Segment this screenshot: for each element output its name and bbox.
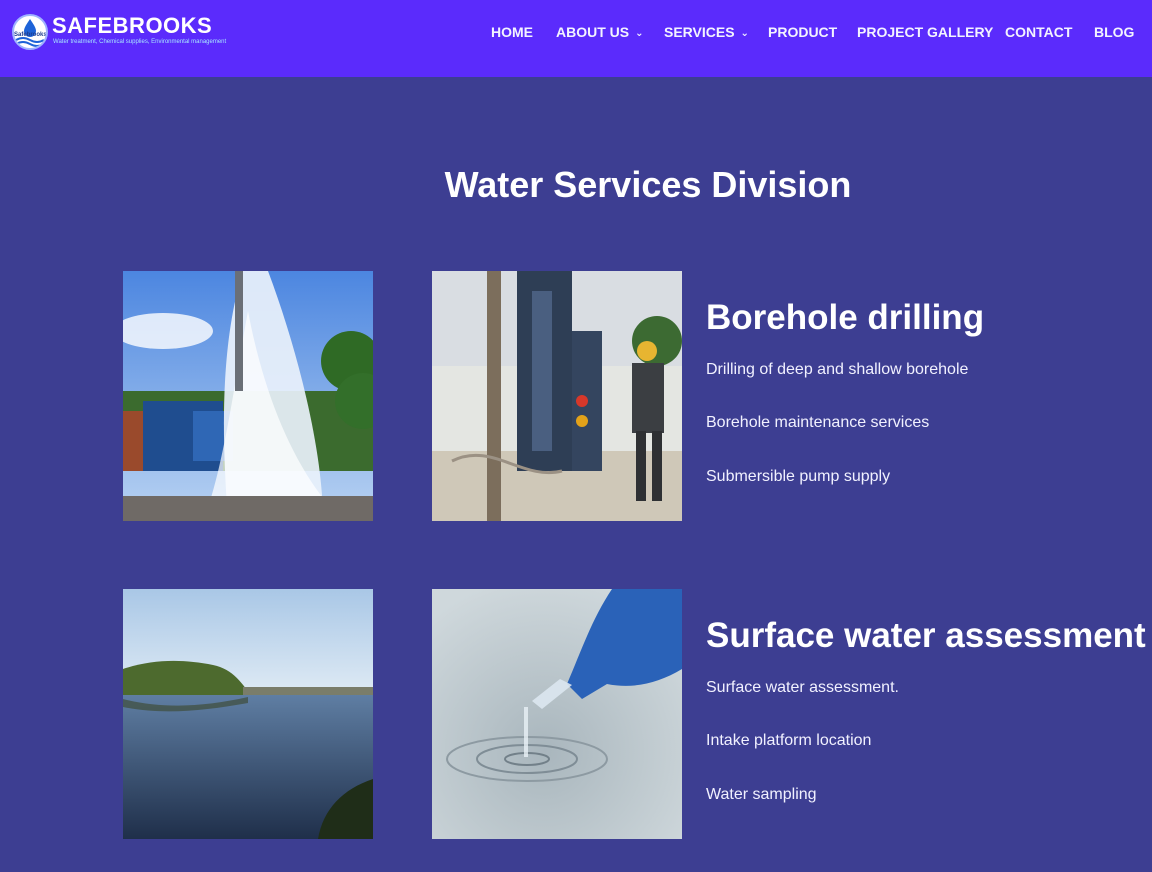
- nav-gallery-label: PROJECT GALLERY: [857, 24, 994, 40]
- main-nav: HOME ABOUT US ⌄ SERVICES ⌄ PRODUCT PROJECT…: [0, 24, 1152, 44]
- service-item: Intake platform location: [706, 732, 872, 749]
- lake-landscape-image: [123, 589, 373, 839]
- service-item: Submersible pump supply: [706, 468, 891, 485]
- nav-home-label: HOME: [491, 24, 533, 40]
- nav-home[interactable]: HOME: [491, 24, 533, 40]
- borehole-water-jet-image: [123, 271, 373, 521]
- nav-contact-label: CONTACT: [1005, 24, 1073, 40]
- chevron-down-icon: ⌄: [635, 28, 644, 39]
- page-title: Water Services Division: [444, 164, 852, 205]
- nav-product-label: PRODUCT: [768, 24, 838, 40]
- nav-about-us[interactable]: ABOUT US ⌄: [556, 24, 644, 40]
- nav-services[interactable]: SERVICES ⌄: [664, 24, 749, 40]
- nav-product[interactable]: PRODUCT: [768, 24, 837, 40]
- nav-services-label: SERVICES: [664, 24, 735, 40]
- site-header: Safebrooks SAFEBROOKS Water treatment, C…: [0, 0, 1152, 77]
- service-item: Drilling of deep and shallow borehole: [706, 361, 969, 378]
- service-heading-borehole: Borehole drilling: [706, 298, 985, 337]
- nav-blog-label: BLOG: [1094, 24, 1135, 40]
- service-heading-surface-water: Surface water assessment: [706, 616, 1146, 655]
- nav-project-gallery[interactable]: PROJECT GALLERY: [857, 24, 993, 40]
- service-item: Borehole maintenance services: [706, 414, 930, 431]
- service-item: Water sampling: [706, 786, 817, 803]
- nav-contact[interactable]: CONTACT: [1005, 24, 1072, 40]
- service-item: Surface water assessment.: [706, 679, 899, 696]
- chevron-down-icon: ⌄: [740, 28, 749, 39]
- water-sampling-image: [432, 589, 682, 839]
- nav-blog[interactable]: BLOG: [1094, 24, 1134, 40]
- nav-about-label: ABOUT US: [556, 24, 630, 40]
- drilling-rig-worker-image: [432, 271, 682, 521]
